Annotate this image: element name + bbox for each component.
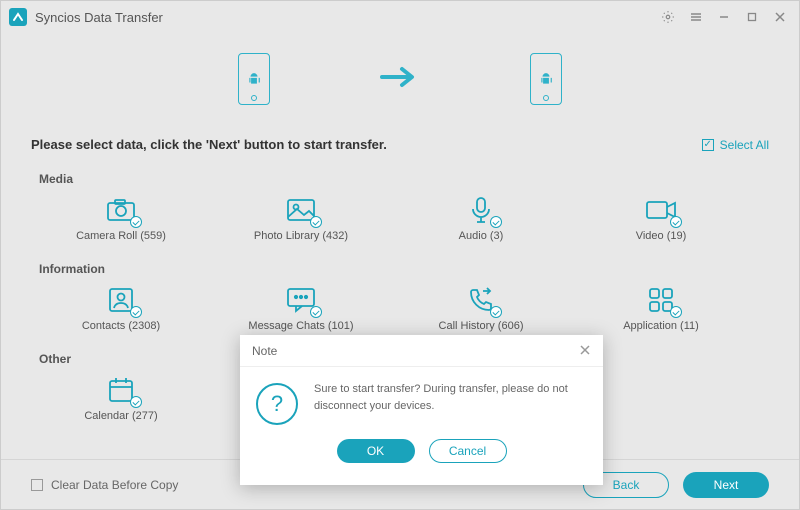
app-window: Syncios Data Transfer: [0, 0, 800, 510]
media-grid: Camera Roll (559) Photo Library (432) Au…: [31, 196, 769, 242]
clear-data-label: Clear Data Before Copy: [51, 478, 178, 492]
item-calendar[interactable]: Calendar (277): [31, 376, 211, 422]
select-all-checkbox[interactable]: ✓ Select All: [702, 138, 769, 152]
checkbox-checked-icon: ✓: [702, 139, 714, 151]
titlebar: Syncios Data Transfer: [1, 1, 799, 33]
item-label: Camera Roll (559): [76, 230, 166, 242]
confirm-dialog: Note ? Sure to start transfer? During tr…: [240, 335, 603, 485]
photo-icon: [284, 196, 318, 224]
menu-icon[interactable]: [685, 6, 707, 28]
dialog-header: Note: [240, 335, 603, 367]
information-grid: Contacts (2308) Message Chats (101) Call…: [31, 286, 769, 332]
item-audio[interactable]: Audio (3): [391, 196, 571, 242]
item-label: Audio (3): [459, 230, 504, 242]
item-label: Application (11): [623, 320, 699, 332]
transfer-arrow-icon: [380, 65, 420, 94]
device-row: [31, 39, 769, 119]
gear-icon[interactable]: [657, 6, 679, 28]
item-label: Call History (606): [439, 320, 524, 332]
microphone-icon: [464, 196, 498, 224]
item-call-history[interactable]: Call History (606): [391, 286, 571, 332]
message-icon: [284, 286, 318, 314]
checkbox-unchecked-icon: [31, 479, 43, 491]
instruction-row: Please select data, click the 'Next' but…: [31, 137, 769, 152]
app-title: Syncios Data Transfer: [35, 10, 163, 25]
minimize-button[interactable]: [713, 6, 735, 28]
ok-button[interactable]: OK: [337, 439, 415, 463]
select-all-label: Select All: [720, 138, 769, 152]
footer-buttons: Back Next: [583, 472, 769, 498]
section-information-label: Information: [39, 262, 769, 276]
dialog-title: Note: [252, 344, 277, 358]
question-icon: ?: [256, 383, 298, 425]
cancel-button[interactable]: Cancel: [429, 439, 507, 463]
instruction-text: Please select data, click the 'Next' but…: [31, 137, 387, 152]
dialog-close-icon[interactable]: [579, 343, 591, 359]
item-label: Contacts (2308): [82, 320, 160, 332]
item-contacts[interactable]: Contacts (2308): [31, 286, 211, 332]
dialog-message: Sure to start transfer? During transfer,…: [314, 381, 587, 425]
camera-icon: [104, 196, 138, 224]
contact-icon: [104, 286, 138, 314]
item-message-chats[interactable]: Message Chats (101): [211, 286, 391, 332]
apps-icon: [644, 286, 678, 314]
app-logo-icon: [9, 8, 27, 26]
item-photo-library[interactable]: Photo Library (432): [211, 196, 391, 242]
item-label: Message Chats (101): [248, 320, 353, 332]
item-camera-roll[interactable]: Camera Roll (559): [31, 196, 211, 242]
item-label: Calendar (277): [84, 410, 157, 422]
item-application[interactable]: Application (11): [571, 286, 751, 332]
calendar-icon: [104, 376, 138, 404]
next-button[interactable]: Next: [683, 472, 769, 498]
close-button[interactable]: [769, 6, 791, 28]
video-icon: [644, 196, 678, 224]
phone-icon: [464, 286, 498, 314]
clear-data-checkbox[interactable]: Clear Data Before Copy: [31, 478, 178, 492]
source-device-icon: [238, 53, 270, 105]
item-video[interactable]: Video (19): [571, 196, 751, 242]
section-media-label: Media: [39, 172, 769, 186]
item-label: Photo Library (432): [254, 230, 348, 242]
window-controls: [657, 6, 791, 28]
maximize-button[interactable]: [741, 6, 763, 28]
dialog-body: ? Sure to start transfer? During transfe…: [240, 367, 603, 429]
dialog-footer: OK Cancel: [240, 429, 603, 463]
item-label: Video (19): [636, 230, 687, 242]
target-device-icon: [530, 53, 562, 105]
